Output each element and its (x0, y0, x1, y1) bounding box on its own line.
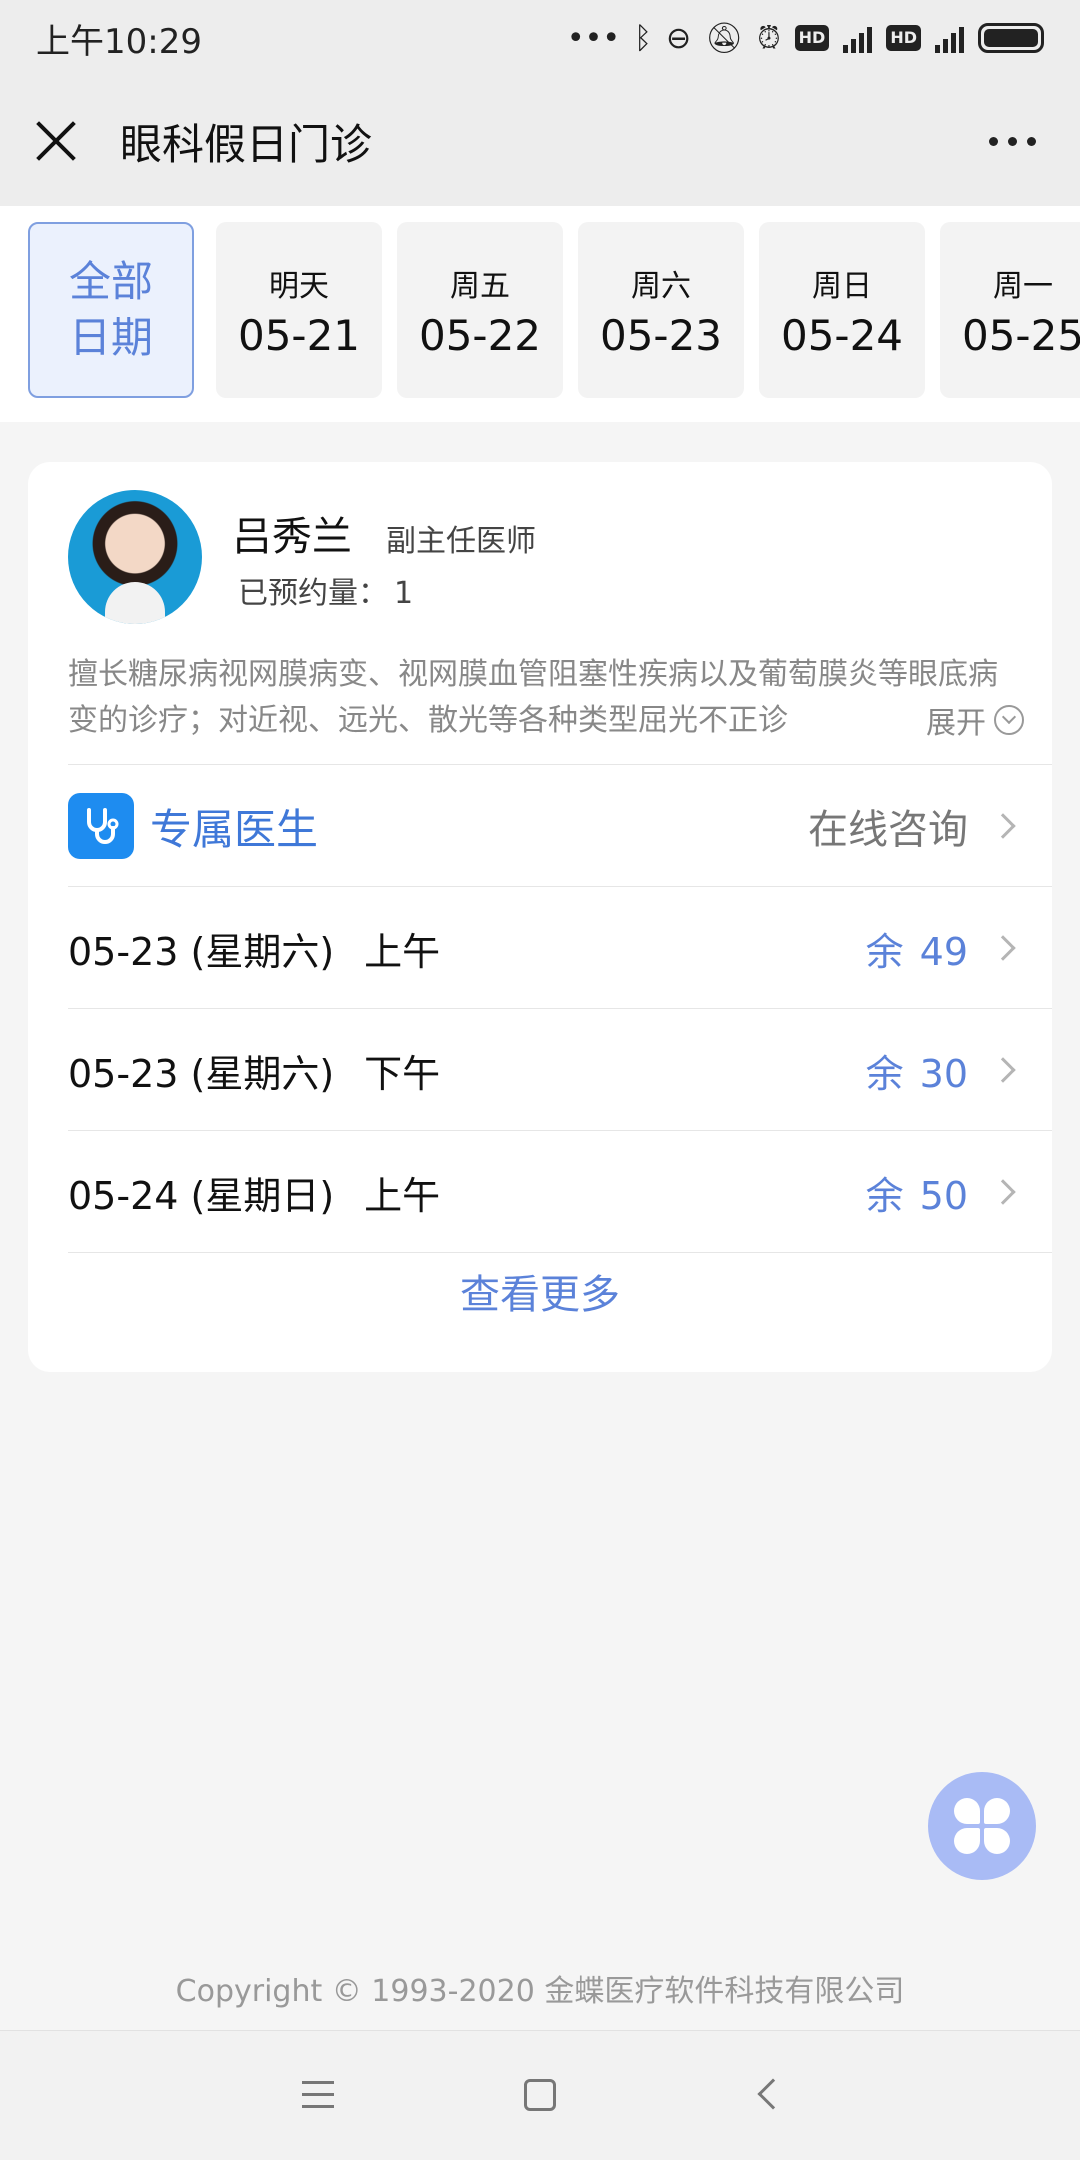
copyright-text: Copyright © 1993-2020 金蝶医疗软件科技有限公司 (175, 1974, 905, 2009)
date-tab-weekday: 周五 (450, 268, 510, 304)
date-tab-0521[interactable]: 明天 05-21 (216, 222, 382, 398)
expand-button[interactable]: 展开 (916, 698, 1024, 742)
slot-row-0523-am[interactable]: 05-23 (星期六) 上午 余 49 (68, 888, 1052, 1008)
doctor-booked: 已预约量： 1 (232, 568, 413, 612)
chevron-down-icon (994, 705, 1024, 735)
slot-remaining: 余 50 (866, 1165, 968, 1220)
more-dots-icon: ••• (566, 20, 621, 56)
battery-icon (978, 23, 1044, 53)
slot-period: 上午 (364, 929, 441, 974)
date-tab-date: 05-21 (237, 310, 361, 360)
date-tab-date: 05-22 (418, 310, 542, 360)
exclusive-doctor-row[interactable]: 专属医生 在线咨询 (68, 766, 1052, 886)
floating-menu-button[interactable] (928, 1772, 1036, 1880)
slot-label: 05-23 (星期六) 上午 (68, 921, 866, 976)
divider (68, 764, 1052, 765)
booked-count: 1 (394, 576, 414, 611)
remain-count: 30 (919, 1051, 968, 1096)
slot-date: 05-24 (星期日) (68, 1173, 335, 1218)
remain-count: 49 (919, 929, 968, 974)
hd-badge: HD (886, 25, 921, 51)
status-icons: ••• ᛒ ⊖ 🔕︎ ⏰︎ HD HD (567, 21, 1044, 56)
remain-label: 余 (865, 1173, 904, 1218)
status-bar: 上午10:29 ••• ᛒ ⊖ 🔕︎ ⏰︎ HD HD (0, 0, 1080, 76)
date-tab-all-label-2: 日期 (68, 313, 153, 362)
chevron-right-icon (990, 1057, 1016, 1083)
toggle-icon: ⊖ (666, 20, 692, 56)
chevron-right-icon (990, 813, 1016, 839)
home-icon[interactable] (524, 2079, 556, 2111)
nav-bar: 眼科假日门诊 (0, 76, 1080, 206)
date-tab-weekday: 周六 (631, 268, 691, 304)
date-tab-all[interactable]: 全部 日期 (28, 222, 194, 398)
divider (68, 886, 1052, 887)
date-tab-date: 05-25 (961, 310, 1080, 360)
slot-label: 05-23 (星期六) 下午 (68, 1043, 866, 1098)
signal-4g-icon (935, 23, 964, 53)
date-tab-date: 05-23 (599, 310, 723, 360)
signal-4g-icon (843, 23, 873, 53)
doctor-avatar[interactable] (68, 490, 202, 624)
date-tab-date: 05-24 (780, 310, 904, 360)
back-icon[interactable] (757, 2078, 789, 2110)
date-tab-weekday: 周日 (812, 268, 872, 304)
slot-row-0523-pm[interactable]: 05-23 (星期六) 下午 余 30 (68, 1010, 1052, 1130)
remain-label: 余 (865, 1051, 904, 1096)
more-menu-icon[interactable] (979, 127, 1046, 156)
slot-row-0524-am[interactable]: 05-24 (星期日) 上午 余 50 (68, 1132, 1052, 1252)
date-tab-all-label-1: 全部 (68, 257, 153, 306)
alarm-icon: ⏰︎ (757, 20, 781, 56)
slot-remaining: 余 30 (866, 1043, 968, 1098)
date-tab-0522[interactable]: 周五 05-22 (397, 222, 563, 398)
online-consult-label: 在线咨询 (808, 807, 968, 853)
status-time: 上午10:29 (36, 21, 202, 62)
slot-date: 05-23 (星期六) (68, 1051, 335, 1096)
date-tab-weekday: 周一 (993, 268, 1053, 304)
doctor-card: 吕秀兰 副主任医师 已预约量： 1 擅长糖尿病视网膜病变、视网膜血管阻塞性疾病以及… (28, 462, 1052, 1372)
doctor-name: 吕秀兰 (232, 514, 352, 560)
slot-period: 下午 (364, 1051, 441, 1096)
page-title: 眼科假日门诊 (120, 119, 373, 169)
menu-icon[interactable] (302, 2081, 334, 2117)
expand-label: 展开 (926, 706, 986, 741)
doctor-description: 擅长糖尿病视网膜病变、视网膜血管阻塞性疾病以及葡萄膜炎等眼底病变的诊疗；对近视、… (68, 657, 998, 738)
booked-label: 已预约量： (238, 576, 388, 611)
date-tab-0523[interactable]: 周六 05-23 (578, 222, 744, 398)
close-icon[interactable] (34, 119, 78, 163)
view-more-link[interactable]: 查看更多 (28, 1262, 1052, 1320)
doctor-title: 副主任医师 (386, 524, 536, 559)
date-tab-weekday: 明天 (269, 268, 329, 304)
slot-remaining: 余 49 (866, 921, 968, 976)
exclusive-doctor-label: 专属医生 (150, 804, 319, 854)
chevron-right-icon (990, 935, 1016, 961)
date-tab-0524[interactable]: 周日 05-24 (759, 222, 925, 398)
divider (68, 1252, 1052, 1253)
clover-icon (954, 1798, 1010, 1854)
slot-period: 上午 (364, 1173, 441, 1218)
chevron-right-icon (990, 1179, 1016, 1205)
hd-badge: HD (794, 25, 830, 51)
date-tab-0525[interactable]: 周一 05-25 (940, 222, 1080, 398)
bluetooth-icon: ᛒ (634, 20, 653, 56)
system-nav-bar (0, 2030, 1080, 2160)
slot-label: 05-24 (星期日) 上午 (68, 1165, 866, 1220)
divider (68, 1130, 1052, 1131)
remain-count: 50 (919, 1173, 968, 1218)
remain-label: 余 (865, 929, 904, 974)
divider (68, 1008, 1052, 1009)
date-selector: 全部 日期 明天 05-21 周五 05-22 周六 05-23 周日 05-2… (0, 206, 1080, 422)
mute-bell-icon: 🔕︎ (705, 20, 744, 56)
slot-date: 05-23 (星期六) (68, 929, 335, 974)
stethoscope-icon (68, 793, 134, 859)
